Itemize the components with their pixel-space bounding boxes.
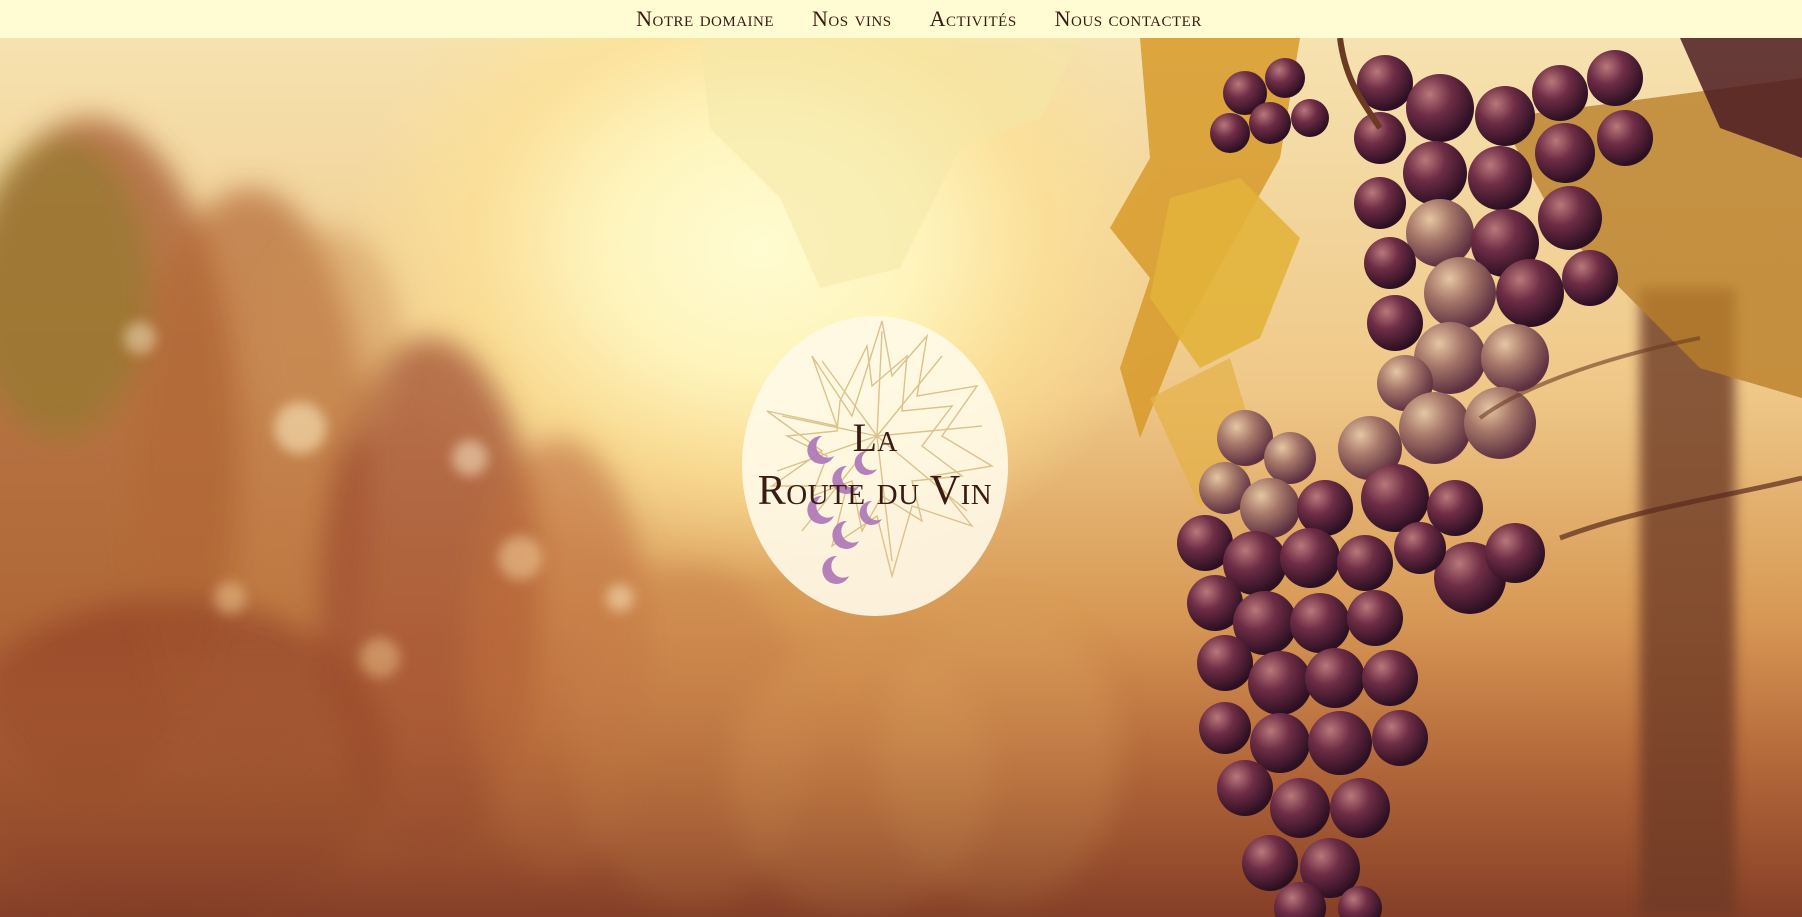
logo-title-line2: Route du Vin [757,468,993,514]
logo-title-line1: La [852,415,898,460]
nav-link-activites[interactable]: Activités [930,8,1017,30]
nav-link-nous-contacter[interactable]: Nous contacter [1055,8,1202,30]
nav-link-nos-vins[interactable]: Nos vins [812,8,892,30]
top-navigation: Notre domaine Nos vins Activités Nous co… [0,0,1802,38]
grape-leaf-icon [766,320,994,584]
grape-cluster-upper [1338,50,1653,614]
nav-link-notre-domaine[interactable]: Notre domaine [636,8,774,30]
logo-badge[interactable] [742,316,1008,616]
page: Notre domaine Nos vins Activités Nous co… [0,0,1802,917]
